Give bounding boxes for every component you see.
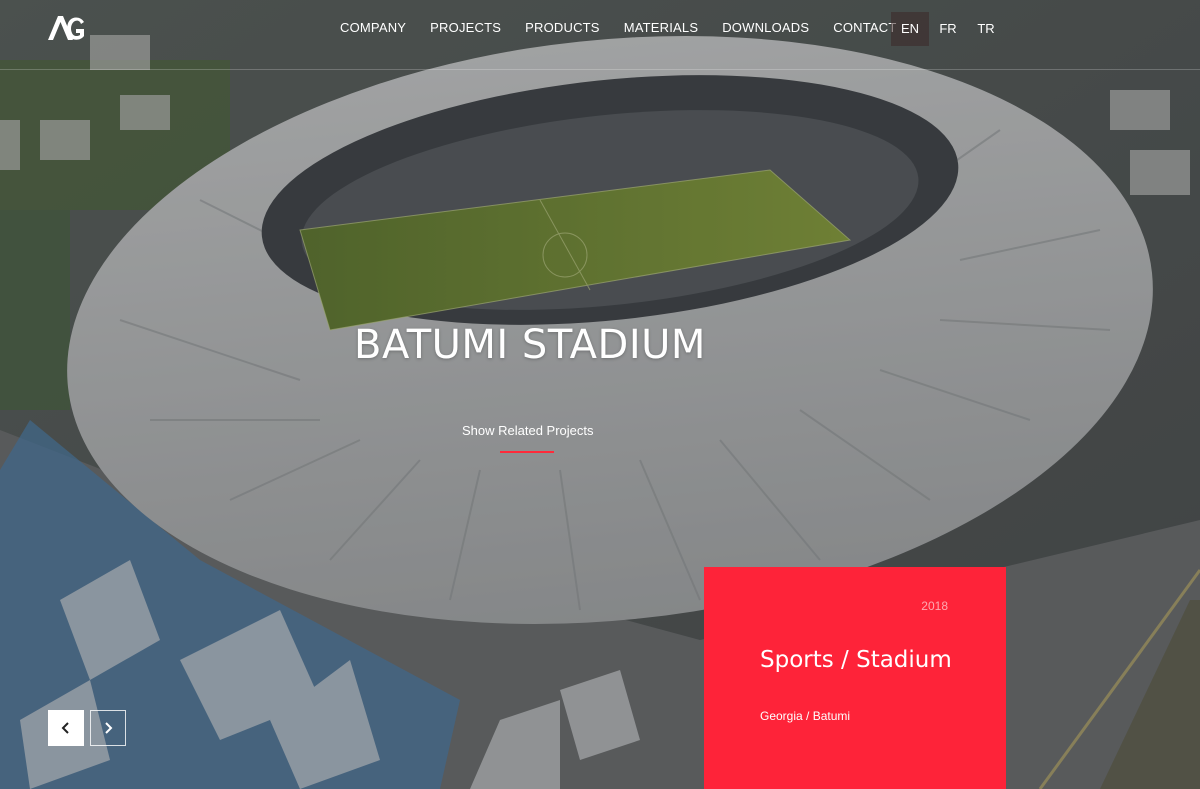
image-dim-overlay [0,0,1200,789]
chevron-right-icon [105,722,113,734]
project-category: Sports / Stadium [760,647,952,673]
chevron-left-icon [61,722,69,734]
language-switcher: EN FR TR [891,12,1005,46]
lang-tr[interactable]: TR [967,12,1005,46]
ag-logo[interactable] [48,14,88,42]
site-header: COMPANY PROJECTS PRODUCTS MATERIALS DOWN… [0,0,1200,70]
nav-item-downloads[interactable]: DOWNLOADS [722,19,809,37]
slider-next-button[interactable] [90,710,126,746]
slider-prev-button[interactable] [48,710,84,746]
nav-item-contact[interactable]: CONTACT [833,19,896,37]
lang-en[interactable]: EN [891,12,929,46]
link-underline-accent [500,451,554,453]
ag-logo-mark [48,16,84,40]
hero-slider: COMPANY PROJECTS PRODUCTS MATERIALS DOWN… [0,0,1200,789]
lang-fr[interactable]: FR [929,12,967,46]
project-location: Georgia / Batumi [760,709,851,723]
project-year: 2018 [921,599,948,613]
show-related-projects-link[interactable]: Show Related Projects [462,423,594,438]
nav-item-company[interactable]: COMPANY [340,19,406,37]
nav-item-materials[interactable]: MATERIALS [624,19,699,37]
project-info-card: 2018 Sports / Stadium Georgia / Batumi [704,567,1006,789]
nav-item-products[interactable]: PRODUCTS [525,19,600,37]
main-nav: COMPANY PROJECTS PRODUCTS MATERIALS DOWN… [340,19,921,37]
nav-item-projects[interactable]: PROJECTS [430,19,501,37]
project-title: BATUMI STADIUM [354,322,706,368]
